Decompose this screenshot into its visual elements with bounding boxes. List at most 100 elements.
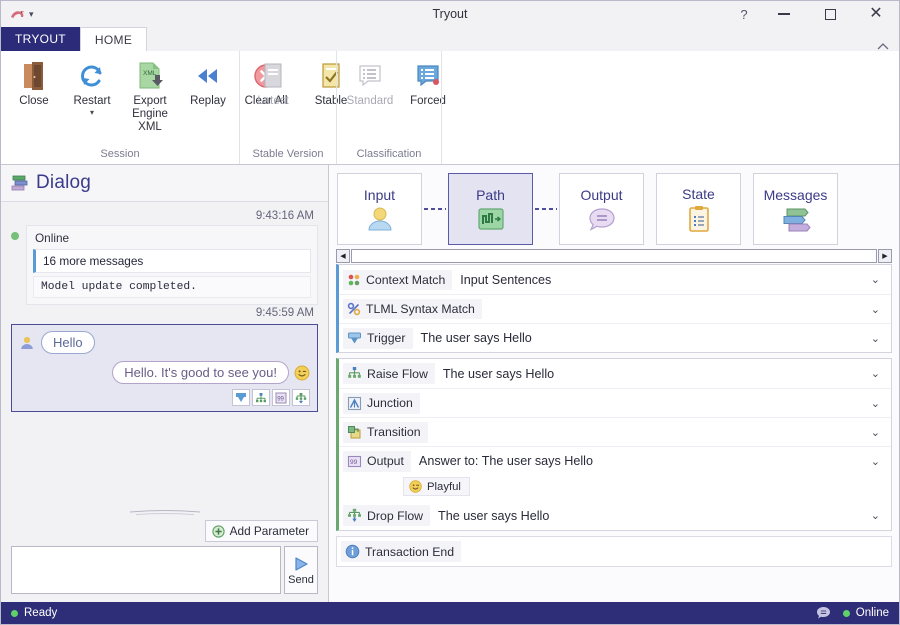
add-parameter-label: Add Parameter — [229, 524, 309, 538]
close-icon: ✕ — [869, 5, 883, 22]
collapsed-messages-note[interactable]: 16 more messages — [33, 249, 311, 273]
chevron-down-icon[interactable]: ⌄ — [862, 273, 889, 286]
replay-button-label: Replay — [190, 95, 226, 107]
trace-row-label: Output — [367, 454, 404, 468]
trace-row-transition[interactable]: Transition ⌄ — [339, 417, 891, 446]
chevron-down-icon[interactable]: ⌄ — [862, 455, 889, 468]
tile-output[interactable]: Output — [559, 173, 644, 245]
ribbon-group-classification-label: Classification — [356, 148, 422, 160]
chat-transcript[interactable]: 9:43:16 AM Online 16 more messages Model… — [1, 202, 328, 506]
minimize-button[interactable] — [761, 1, 807, 27]
scroll-track[interactable] — [351, 248, 877, 263]
context-match-chip: Context Match — [343, 269, 453, 290]
dialog-footer: Add Parameter Send — [1, 506, 328, 602]
trace-row-context-match[interactable]: Context Match Input Sentences ⌄ — [339, 265, 891, 294]
drop-flow-icon[interactable] — [292, 389, 310, 406]
trace-row-junction[interactable]: Junction ⌄ — [339, 388, 891, 417]
chevron-down-icon[interactable]: ⌄ — [862, 367, 889, 380]
trace-row-value: The user says Hello — [420, 331, 532, 345]
online-dot-icon — [11, 609, 18, 617]
horizontal-scrollbar[interactable]: ◀ ▶ — [329, 247, 899, 264]
export-engine-xml-button[interactable]: XML Export Engine XML — [121, 57, 179, 134]
send-button-label: Send — [288, 573, 314, 586]
splitter-grip[interactable] — [11, 506, 318, 520]
ribbon-group-session-label: Session — [100, 148, 140, 160]
raise-flow-icon[interactable] — [252, 389, 270, 406]
output-icon[interactable]: 99 — [272, 389, 290, 406]
trace-row-value: The user says Hello — [442, 366, 555, 381]
chevron-down-icon[interactable]: ⌄ — [862, 303, 889, 316]
tile-state[interactable]: State — [656, 173, 741, 245]
chevron-down-icon[interactable]: ⌄ — [862, 397, 889, 410]
list-bubble-grey-icon — [357, 59, 383, 93]
restart-button[interactable]: Restart ▾ — [63, 57, 121, 117]
svg-text:99: 99 — [350, 459, 358, 466]
trace-row-output[interactable]: 99 Output Answer to: The user says Hello… — [339, 446, 891, 475]
raise-flow-icon — [347, 366, 362, 381]
trace-row-label: Transaction End — [365, 544, 455, 559]
dialog-turn[interactable]: Hello Hello. It's good to see you! 99 — [11, 324, 318, 412]
list-bubble-blue-icon — [415, 59, 441, 93]
window-controls: ? ✕ — [727, 1, 899, 27]
speech-bubble-icon[interactable] — [816, 606, 831, 620]
latest-button[interactable]: Latest — [244, 57, 302, 108]
ribbon-tab-strip: TRYOUT HOME — [1, 27, 899, 51]
close-button-ribbon[interactable]: Close — [5, 57, 63, 108]
latest-button-label: Latest — [257, 95, 289, 107]
replay-button[interactable]: Replay — [179, 57, 237, 108]
close-button[interactable]: ✕ — [853, 1, 899, 27]
tile-messages[interactable]: Messages — [753, 173, 838, 245]
chevron-down-icon[interactable]: ⌄ — [862, 509, 889, 522]
system-message-author: Online — [35, 231, 70, 245]
trace-row-drop-flow[interactable]: Drop Flow The user says Hello ⌄ — [339, 501, 891, 530]
tab-tryout[interactable]: TRYOUT — [1, 27, 80, 51]
ribbon-group-stable-version-label: Stable Version — [252, 148, 324, 160]
maximize-button[interactable] — [807, 1, 853, 27]
add-parameter-button[interactable]: Add Parameter — [204, 520, 318, 542]
status-left: Ready — [11, 607, 57, 619]
user-avatar-icon — [365, 206, 395, 232]
online-dot-icon — [11, 232, 19, 240]
chevron-down-icon[interactable]: ⌄ — [862, 332, 889, 345]
standard-button-label: Standard — [346, 95, 394, 107]
dialog-stack-icon — [11, 174, 29, 192]
minimize-icon — [778, 13, 790, 15]
chevron-down-icon[interactable]: ⌄ — [862, 426, 889, 439]
scroll-right-button[interactable]: ▶ — [878, 248, 892, 263]
restart-dropdown-caret-icon[interactable]: ▾ — [90, 109, 94, 117]
trace-row-transaction-end[interactable]: Transaction End — [337, 537, 891, 566]
connection-status-label: Online — [855, 607, 889, 619]
output-icon: 99 — [347, 454, 362, 469]
send-button[interactable]: Send — [284, 546, 318, 594]
trace-row-label: TLML Syntax Match — [366, 302, 475, 316]
quick-access-caret-icon[interactable]: ▾ — [29, 9, 34, 19]
status-label: Ready — [24, 607, 58, 619]
message-input[interactable] — [11, 546, 281, 594]
book-grey-icon — [261, 59, 285, 93]
trace-row-trigger[interactable]: Trigger The user says Hello ⌄ — [339, 323, 891, 352]
bot-message: Hello. It's good to see you! — [19, 361, 310, 384]
trace-row-tlml-syntax-match[interactable]: TLML Syntax Match ⌄ — [339, 294, 891, 323]
dialog-panel: Dialog 9:43:16 AM Online 16 more message… — [1, 165, 329, 602]
context-match-icon — [347, 273, 361, 287]
trigger-icon — [347, 331, 362, 346]
quick-access-toolbar[interactable]: ▾ — [1, 8, 34, 21]
online-dot-icon — [842, 609, 850, 617]
trigger-icon[interactable] — [232, 389, 250, 406]
export-engine-xml-label: Export Engine XML — [132, 95, 168, 133]
standard-button[interactable]: Standard — [341, 57, 399, 108]
scroll-left-button[interactable]: ◀ — [336, 248, 350, 263]
tile-input[interactable]: Input — [337, 173, 422, 245]
chevron-up-icon[interactable] — [877, 42, 889, 51]
tile-path[interactable]: Path — [448, 173, 533, 245]
help-button[interactable]: ? — [727, 1, 761, 27]
trace-row-output-tags: Playful — [339, 475, 891, 501]
trigger-chip: Trigger — [343, 327, 413, 349]
trace-row-raise-flow[interactable]: Raise Flow The user says Hello ⌄ — [339, 359, 891, 388]
tab-home[interactable]: HOME — [79, 27, 148, 51]
trace-row-value: Answer to: The user says Hello — [418, 454, 593, 468]
message-timestamp: 9:43:16 AM — [255, 210, 314, 222]
restart-button-label: Restart — [73, 95, 111, 107]
junction-icon — [347, 396, 362, 411]
playful-tag[interactable]: Playful — [403, 477, 470, 496]
